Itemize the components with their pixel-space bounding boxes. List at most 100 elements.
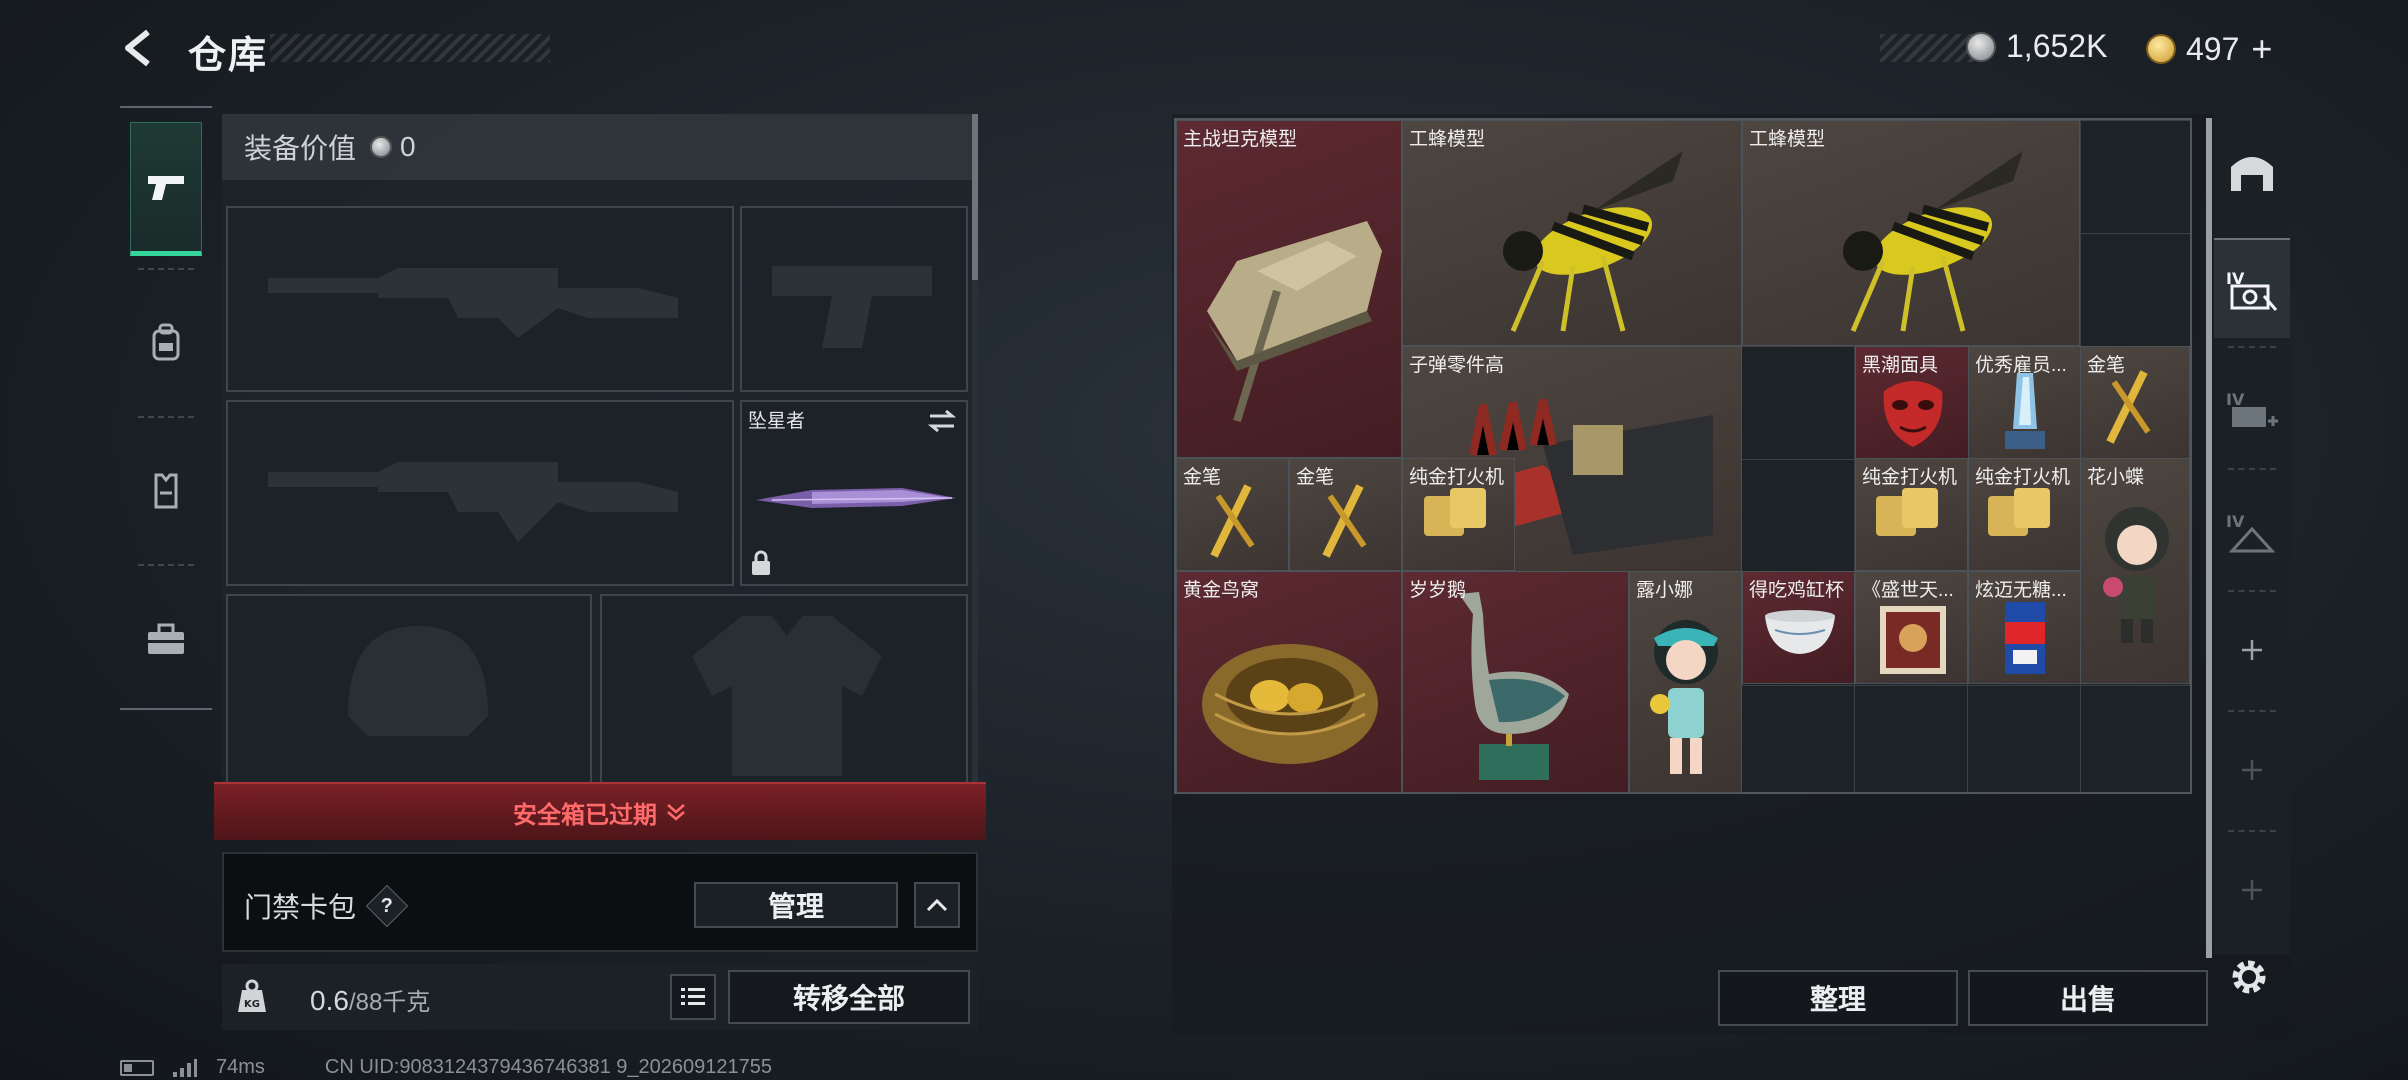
storage-item[interactable]: 优秀雇员... [1968, 346, 2081, 459]
silver-currency: 1,652K [1966, 28, 2107, 65]
storage-tab-add-4[interactable]: IV [2214, 360, 2290, 460]
settings-button[interactable] [2226, 954, 2272, 1000]
storage-item[interactable]: 花小蝶 [2080, 458, 2190, 684]
svg-text:IV: IV [2226, 512, 2245, 531]
triangle-storage-icon: IV [2226, 512, 2276, 553]
manage-button[interactable]: 管理 [694, 882, 898, 928]
lighter-icon [1988, 488, 2050, 536]
lock-icon [752, 550, 770, 575]
wasp-icon [1843, 151, 2023, 332]
storage-tab-active-icon: IV [2226, 269, 2278, 311]
storage-tab-4[interactable]: IV [2214, 238, 2290, 338]
rifle-silhouette-icon [268, 268, 678, 338]
weight-display: 0.6/88千克 [310, 982, 430, 1017]
ping-text: 74ms [216, 1056, 265, 1078]
add-tab-button[interactable] [2214, 600, 2290, 700]
weight-current: 0.6 [310, 985, 349, 1016]
body-armor-slot[interactable] [600, 594, 968, 790]
sort-button[interactable]: 整理 [1718, 970, 1958, 1026]
storage-item[interactable]: 工蜂模型 [1402, 120, 1742, 346]
add-storage-icon: IV [2226, 390, 2278, 427]
storage-item[interactable]: 《盛世天... [1855, 571, 1968, 684]
primary-weapon-slot[interactable] [226, 206, 734, 392]
weight-row: KG 0.6/88千克 转移全部 [222, 964, 978, 1030]
rifle-silhouette-icon [268, 462, 678, 542]
goose-statue-icon [1459, 592, 1569, 780]
sell-button[interactable]: 出售 [1968, 970, 2208, 1026]
storage-tab-iv-triangle[interactable]: IV [2214, 482, 2290, 582]
vest-silhouette-icon [692, 616, 882, 776]
gold-currency[interactable]: 497 + [2146, 28, 2272, 70]
storage-scrollbar[interactable] [2206, 118, 2212, 958]
tank-icon [1207, 221, 1382, 423]
gum-icon [2005, 602, 2045, 674]
silver-coin-icon [370, 136, 393, 158]
weight-capacity: /88千克 [348, 989, 431, 1016]
chevron-up-icon [926, 898, 948, 912]
plus-icon [2242, 880, 2262, 900]
back-button[interactable] [118, 26, 162, 70]
pistol-icon [148, 176, 184, 200]
category-armor[interactable] [130, 424, 202, 558]
storage-tab-warehouse[interactable] [2214, 120, 2290, 220]
pistol-silhouette-icon [772, 266, 932, 348]
expired-text: 安全箱已过期 [513, 801, 657, 829]
trophy-icon [2005, 373, 2045, 449]
signal-icon [173, 1058, 197, 1077]
battery-icon [120, 1059, 154, 1076]
wasp-icon [1503, 151, 1683, 332]
category-backpack[interactable] [130, 276, 202, 410]
silver-amount: 1,652K [2006, 28, 2108, 64]
storage-item[interactable]: 得吃鸡缸杯 [1742, 571, 1855, 684]
title-decoration [270, 34, 550, 62]
page-title: 仓库 [188, 35, 269, 77]
storage-tabs-sidebar: IV IV IV [2214, 114, 2290, 954]
weight-kg-icon: KG [238, 979, 266, 1012]
add-tab-button-disabled [2214, 840, 2290, 940]
equipment-panel: 装备价值 0 坠星者 [222, 114, 978, 790]
currency-decoration [1880, 34, 1974, 62]
helmet-slot[interactable] [226, 594, 592, 790]
transfer-all-button[interactable]: 转移全部 [728, 970, 970, 1024]
add-gold-button[interactable]: + [2251, 28, 2272, 70]
melee-slot-label: 坠星者 [748, 411, 806, 432]
plus-icon [2242, 760, 2262, 780]
collapse-button[interactable] [914, 882, 960, 928]
toolbox-icon [148, 623, 184, 654]
svg-text:IV: IV [2226, 390, 2245, 409]
equipment-value-row: 装备价值 0 [222, 114, 978, 180]
category-weapons[interactable] [130, 122, 202, 256]
sidearm-slot[interactable] [740, 206, 968, 392]
category-toolbox[interactable] [130, 572, 202, 706]
double-chevron-down-icon [667, 804, 685, 821]
storage-item[interactable]: 炫迈无糖... [1968, 571, 2081, 684]
category-sidebar [120, 106, 212, 710]
storage-item[interactable]: 主战坦克模型 [1176, 120, 1402, 458]
gear-icon [2232, 960, 2266, 994]
melee-slot[interactable]: 坠星者 [740, 400, 968, 586]
back-arrow-icon [125, 29, 150, 67]
storage-item[interactable]: 岁岁鹅 [1402, 571, 1629, 793]
list-icon [681, 988, 705, 1005]
equipment-value: 0 [400, 131, 416, 162]
system-status-bar: 74ms CN UID:9083124379436746381 9_202609… [120, 1056, 772, 1079]
list-view-button[interactable] [670, 974, 716, 1020]
cup-icon [1765, 610, 1835, 654]
secondary-weapon-slot[interactable] [226, 400, 734, 586]
melee-knife-icon [756, 488, 956, 508]
equipment-value-label: 装备价值 [244, 133, 357, 164]
plus-icon [2242, 640, 2262, 660]
swap-icon[interactable] [926, 408, 958, 434]
equipment-scroll-thumb[interactable] [972, 114, 978, 280]
storage-item[interactable]: 露小娜 [1629, 571, 1742, 793]
lighter-icon [1876, 488, 1938, 536]
warehouse-icon [2231, 157, 2273, 191]
storage-item[interactable]: 黑潮面具 [1855, 346, 1969, 459]
silver-coin-icon [1966, 31, 1996, 62]
safe-box-expired-banner[interactable]: 安全箱已过期 [214, 782, 986, 840]
storage-item[interactable]: 黄金鸟窝 [1176, 571, 1402, 793]
lighter-icon [1424, 488, 1486, 536]
help-icon[interactable]: ? [365, 884, 409, 928]
storage-item[interactable]: 工蜂模型 [1742, 120, 2080, 346]
storage-grid: 主战坦克模型 工蜂模型 工蜂模型 子弹零件高 黑潮面具 优秀雇员... 金笔 金… [1174, 118, 2192, 794]
